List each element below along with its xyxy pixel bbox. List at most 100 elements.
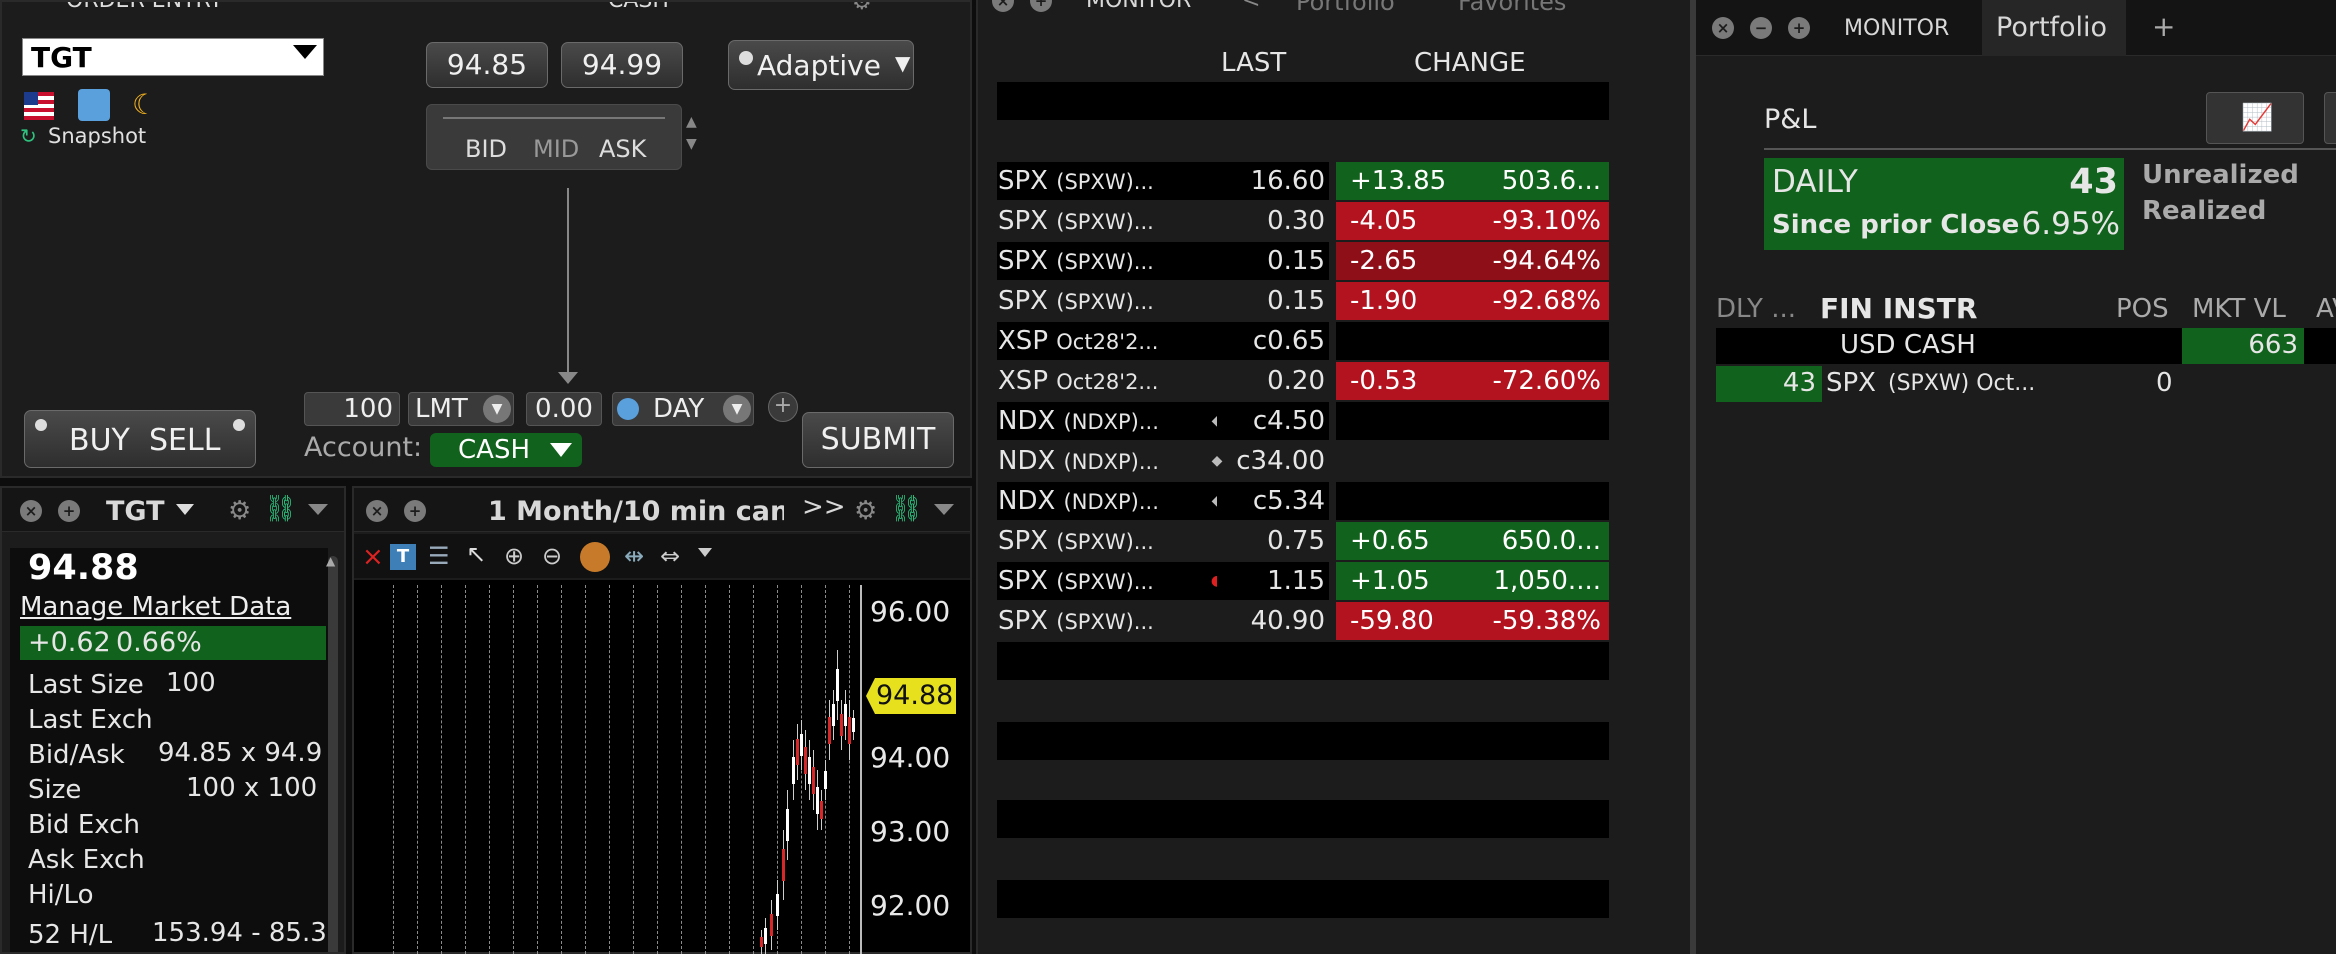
- sell-label[interactable]: SELL: [149, 423, 220, 458]
- slider-down-icon[interactable]: ▼: [686, 136, 697, 152]
- candle-body: [808, 756, 811, 784]
- column-header-last[interactable]: LAST: [1221, 48, 1286, 78]
- radio-right-icon: [233, 419, 245, 431]
- monitor-row[interactable]: SPX (SPXW)...●1.15+1.051,050....: [997, 562, 1609, 600]
- close-icon[interactable]: ×: [992, 0, 1014, 12]
- monitor-row[interactable]: SPX (SPXW)... 0.15 -1.90 -92.68%: [997, 282, 1609, 320]
- settings-icon[interactable]: ⚙: [854, 496, 877, 526]
- symbol-cell: XSP Oct28'2...: [997, 362, 1217, 400]
- algo-dropdown[interactable]: Adaptive ▼: [728, 40, 914, 90]
- chevron-left-icon[interactable]: <: [1242, 0, 1260, 13]
- settings-icon[interactable]: ⚙: [852, 2, 872, 15]
- col-daily[interactable]: DLY ...: [1716, 294, 1796, 324]
- buy-label[interactable]: BUY: [69, 423, 130, 458]
- pan-icon[interactable]: ⇹: [624, 542, 644, 570]
- tif-dropdown[interactable]: DAY ▼: [612, 392, 754, 426]
- monitor-row[interactable]: SPX (SPXW)... 0.75 +0.65 650.0...: [997, 522, 1609, 560]
- add-window-icon[interactable]: +: [1788, 17, 1810, 39]
- snapshot-label[interactable]: Snapshot: [48, 124, 146, 148]
- quantity-field[interactable]: 100: [304, 392, 400, 426]
- portfolio-row[interactable]: 43 SPX (SPXW) Oct... 0: [1716, 366, 2336, 402]
- submit-button[interactable]: SUBMIT: [802, 412, 954, 468]
- monitor-row[interactable]: NDX (NDXP)...◆c4.50: [997, 402, 1609, 440]
- col-avg[interactable]: AV: [2316, 294, 2336, 324]
- quote-row-label: Size: [28, 775, 82, 805]
- zoom-out-icon[interactable]: ⊖: [542, 542, 562, 570]
- daily-value: 43: [2069, 162, 2118, 202]
- add-icon[interactable]: +: [768, 392, 798, 422]
- chevron-down-icon[interactable]: [176, 504, 194, 515]
- tab-portfolio[interactable]: Portfolio: [1982, 0, 2126, 56]
- bid-price-button[interactable]: 94.85: [426, 42, 548, 88]
- zoom-in-icon[interactable]: ⊕: [504, 542, 524, 570]
- tab-portfolio[interactable]: Portfolio: [1296, 0, 1395, 16]
- monitor-row[interactable]: SPX (SPXW)... 0.30 -4.05 -93.10%: [997, 202, 1609, 240]
- tab-favorites[interactable]: Favorites: [1458, 0, 1566, 16]
- tab-monitor[interactable]: MONITOR: [1844, 16, 1949, 41]
- clock-icon[interactable]: [78, 89, 110, 121]
- col-fin-instr[interactable]: FIN INSTR: [1820, 292, 1977, 325]
- grid-line: [585, 585, 586, 954]
- account-dropdown[interactable]: CASH: [430, 433, 582, 467]
- symbol: NDX: [998, 446, 1056, 476]
- order-type-dropdown[interactable]: LMT ▼: [408, 392, 514, 426]
- scrollbar[interactable]: [328, 556, 338, 952]
- slider-up-icon[interactable]: ▲: [686, 114, 697, 130]
- menu-chevron-icon[interactable]: [308, 504, 328, 515]
- chart-title[interactable]: 1 Month/10 min cand: [488, 496, 784, 527]
- crosshair-icon[interactable]: [580, 542, 610, 572]
- monitor-row[interactable]: SPX (SPXW)... 16.60 +13.85 503.6...: [997, 162, 1609, 200]
- close-red-icon[interactable]: ×: [362, 542, 384, 572]
- quote-symbol[interactable]: TGT: [106, 496, 165, 527]
- col-pos[interactable]: POS: [2116, 294, 2169, 324]
- manage-market-data-link[interactable]: Manage Market Data: [20, 592, 291, 622]
- limit-price-field[interactable]: 0.00: [526, 392, 602, 426]
- view-button-2[interactable]: [2324, 92, 2336, 144]
- symbol-sub: (SPXW)...: [1056, 290, 1154, 314]
- close-icon[interactable]: ×: [1712, 17, 1734, 39]
- moon-icon[interactable]: ☾: [132, 88, 157, 121]
- monitor-row[interactable]: NDX (NDXP)...◆c5.34: [997, 482, 1609, 520]
- add-tab-icon[interactable]: +: [2152, 10, 2175, 43]
- symbol-select[interactable]: TGT: [22, 38, 324, 76]
- text-tool-icon[interactable]: T: [390, 544, 416, 570]
- add-window-icon[interactable]: +: [58, 500, 80, 522]
- quote-panel-header: × + TGT ⚙ ⛓: [2, 488, 344, 532]
- scroll-up-icon[interactable]: ▲: [326, 554, 335, 568]
- change-value: +0.65: [1350, 526, 1430, 556]
- buy-sell-toggle[interactable]: BUY SELL: [24, 410, 256, 468]
- quote-row-label: 52 H/L: [28, 920, 113, 950]
- refresh-icon[interactable]: ↻: [20, 124, 37, 148]
- link-icon[interactable]: ⛓: [264, 494, 297, 524]
- last-cell: 0.75: [1267, 526, 1325, 556]
- fit-icon[interactable]: ⇔: [660, 542, 680, 570]
- monitor-row[interactable]: SPX (SPXW)... 0.15 -2.65 -94.64%: [997, 242, 1609, 280]
- menu-chevron-icon[interactable]: [934, 504, 954, 515]
- monitor-title[interactable]: MONITOR: [1086, 0, 1191, 13]
- add-window-icon[interactable]: +: [1030, 0, 1052, 12]
- more-icon[interactable]: >>: [802, 492, 846, 522]
- settings-icon[interactable]: ⚙: [228, 496, 251, 526]
- col-mkt-vl[interactable]: MKT VL: [2192, 294, 2286, 324]
- price-slider[interactable]: BID MID ASK: [426, 104, 682, 170]
- quote-panel: × + TGT ⚙ ⛓ 94.88 Manage Market Data +0.…: [0, 486, 346, 954]
- monitor-row[interactable]: NDX (NDXP)... ◆ c34.00: [997, 442, 1609, 480]
- link-icon[interactable]: ⛓: [890, 494, 923, 524]
- ask-price-button[interactable]: 94.99: [561, 42, 683, 88]
- monitor-row[interactable]: XSP Oct28'2... c0.65: [997, 322, 1609, 360]
- y-tick-label: 93.00: [870, 815, 951, 848]
- chart-panel: × + 1 Month/10 min cand >> ⚙ ⛓ × T ☰ ↖ ⊕…: [352, 486, 972, 954]
- add-window-icon[interactable]: +: [404, 500, 426, 522]
- cursor-tool-icon[interactable]: ↖: [466, 540, 486, 568]
- close-icon[interactable]: ×: [366, 500, 388, 522]
- column-header-change[interactable]: CHANGE: [1414, 48, 1526, 78]
- chart-view-button[interactable]: 📈: [2206, 92, 2304, 144]
- account-tab[interactable]: CASH: [608, 2, 669, 13]
- bars-tool-icon[interactable]: ☰: [428, 542, 450, 570]
- toolbar-chevron-icon[interactable]: [698, 548, 712, 557]
- portfolio-row[interactable]: USD CASH 663: [1716, 328, 2336, 364]
- close-icon[interactable]: ×: [20, 500, 42, 522]
- monitor-row[interactable]: SPX (SPXW)... 40.90 -59.80 -59.38%: [997, 602, 1609, 640]
- monitor-row[interactable]: XSP Oct28'2... 0.20 -0.53 -72.60%: [997, 362, 1609, 400]
- minimize-icon[interactable]: −: [1750, 17, 1772, 39]
